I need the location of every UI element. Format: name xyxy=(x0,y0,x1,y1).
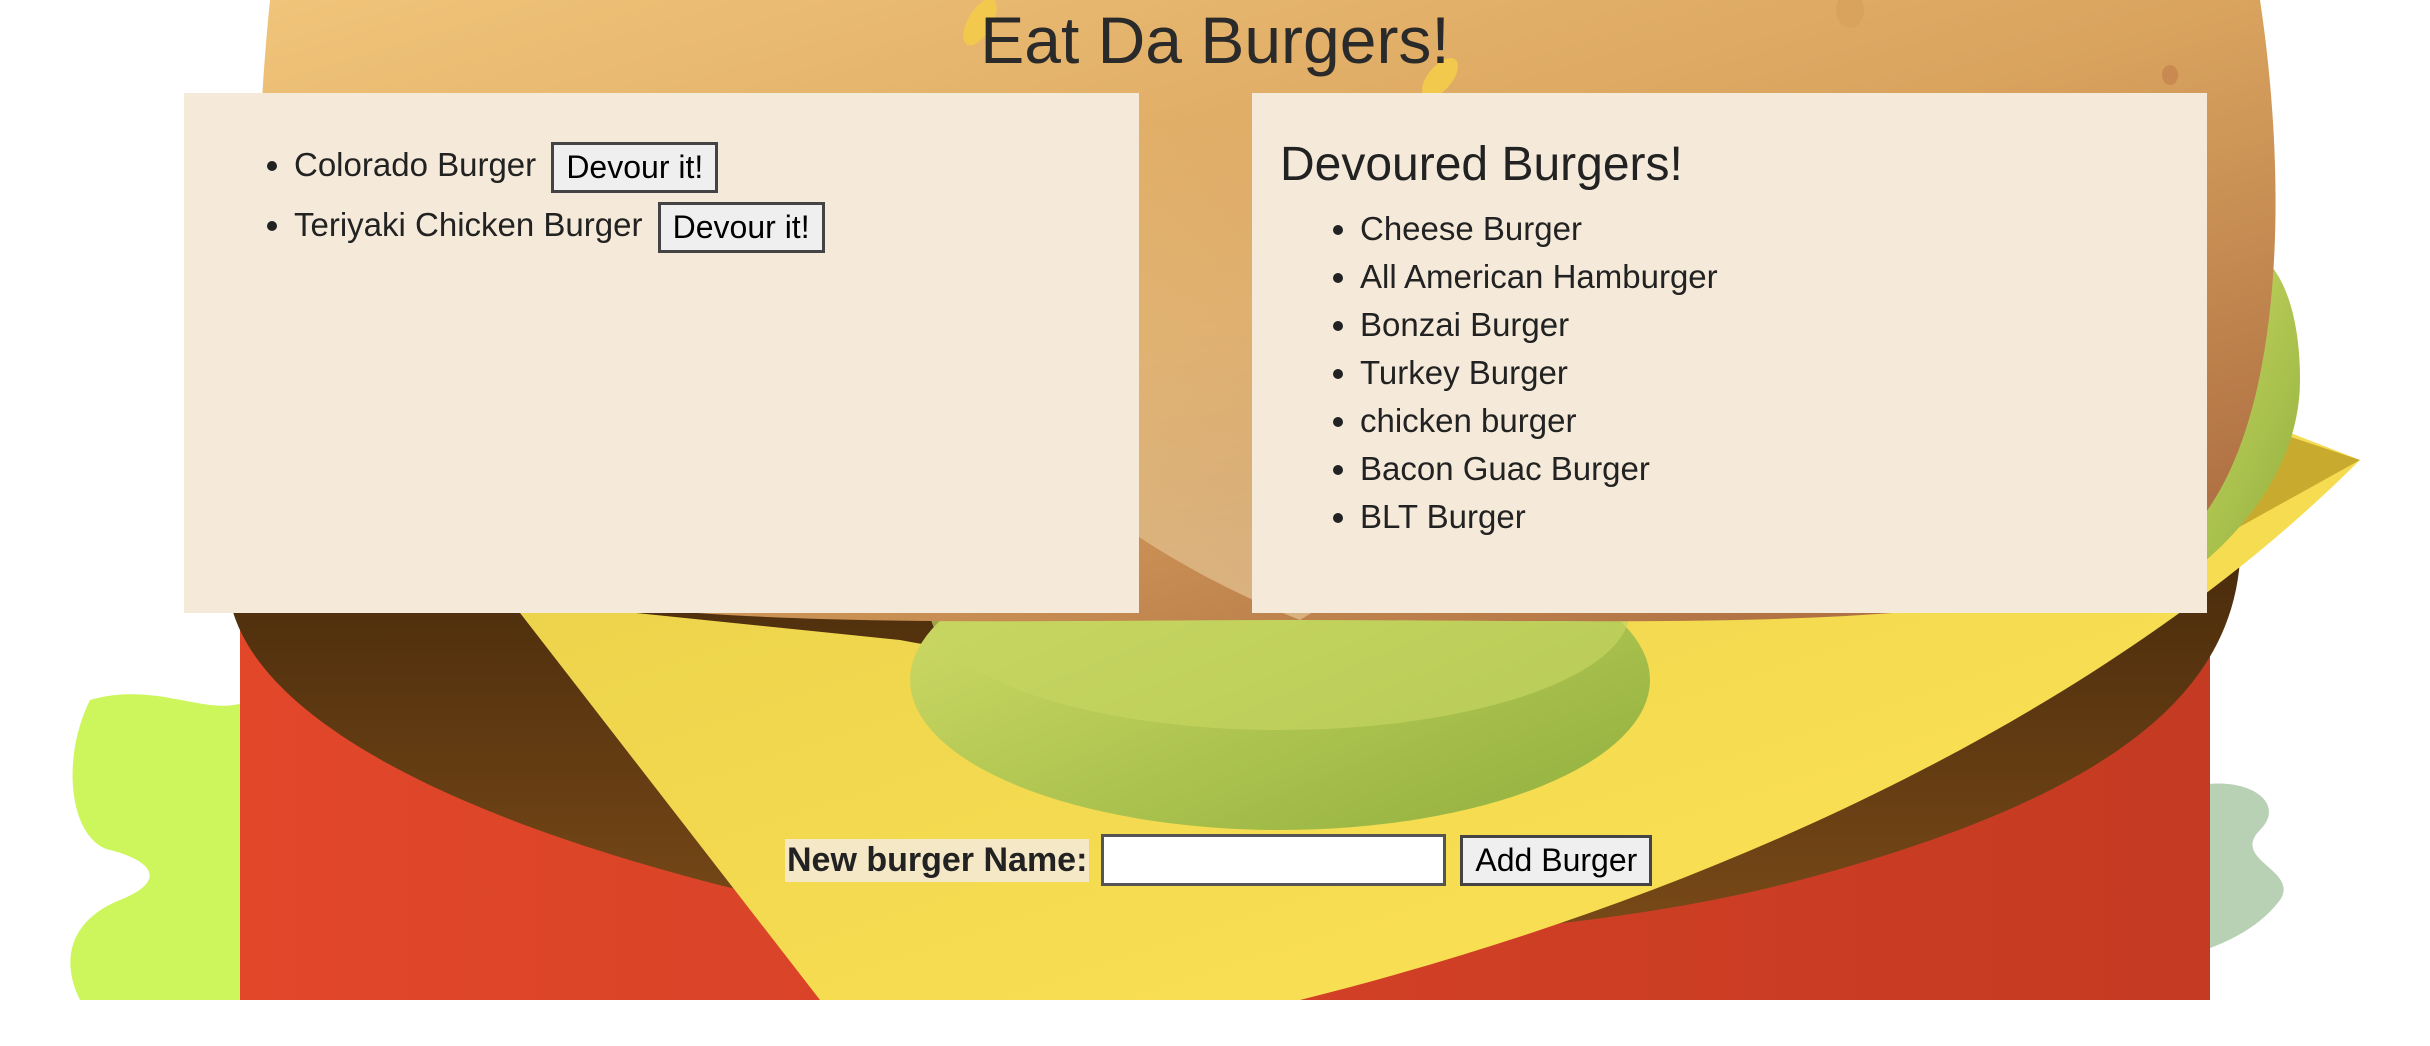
list-item: Turkey Burger xyxy=(1360,349,2207,397)
devour-button[interactable]: Devour it! xyxy=(551,141,719,193)
burger-name: Colorado Burger xyxy=(294,146,537,183)
burger-name-input[interactable] xyxy=(1101,834,1447,886)
devoured-list: Cheese Burger All American Hamburger Bon… xyxy=(1280,205,2207,541)
burger-name-label: New burger Name: xyxy=(785,838,1090,882)
devoured-burgers-panel: Devoured Burgers! Cheese Burger All Amer… xyxy=(1252,93,2207,613)
page-title: Eat Da Burgers! xyxy=(980,3,1450,77)
list-item: All American Hamburger xyxy=(1360,253,2207,301)
list-item: BLT Burger xyxy=(1360,493,2207,541)
undevoured-list: Colorado Burger Devour it! Teriyaki Chic… xyxy=(184,135,1139,255)
undevoured-burgers-panel: Colorado Burger Devour it! Teriyaki Chic… xyxy=(184,93,1139,613)
add-burger-button[interactable]: Add Burger xyxy=(1460,834,1653,886)
list-item: chicken burger xyxy=(1360,397,2207,445)
list-item: Colorado Burger Devour it! xyxy=(294,135,1139,195)
list-item: Bonzai Burger xyxy=(1360,301,2207,349)
burger-name: Teriyaki Chicken Burger xyxy=(294,206,643,243)
new-burger-form: New burger Name: Add Burger xyxy=(785,834,1653,886)
devour-button[interactable]: Devour it! xyxy=(657,201,825,253)
devoured-heading: Devoured Burgers! xyxy=(1280,138,1683,191)
list-item: Teriyaki Chicken Burger Devour it! xyxy=(294,195,1139,255)
list-item: Cheese Burger xyxy=(1360,205,2207,253)
list-item: Bacon Guac Burger xyxy=(1360,445,2207,493)
